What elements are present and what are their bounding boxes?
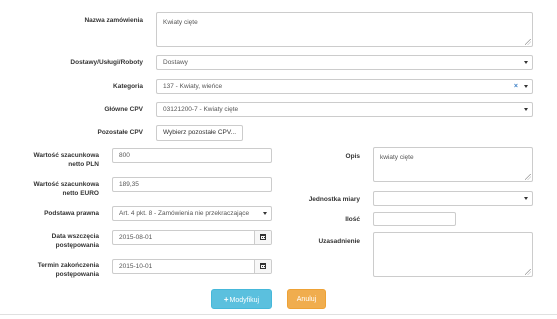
unit-select[interactable]	[373, 191, 533, 206]
other-cpv-label: Pozostałe CPV	[97, 129, 143, 136]
supply-type-label: Dostawy/Usługi/Roboty	[70, 59, 143, 66]
divider	[0, 314, 557, 315]
cancel-button[interactable]: Anuluj	[287, 289, 326, 309]
modify-button-label: Modyfikuj	[229, 297, 260, 304]
value-pln-label-line1: Wartość szacunkowa	[33, 152, 99, 159]
main-cpv-select[interactable]: 03121200-7 - Kwiaty cięte	[156, 102, 533, 117]
resize-grip-icon[interactable]	[525, 174, 531, 180]
chevron-down-icon	[524, 196, 528, 200]
value-euro-value: 189,35	[119, 181, 139, 188]
category-label: Kategoria	[113, 83, 143, 90]
start-date-label: Data wszczęcia postępowania	[4, 233, 99, 250]
start-date-value: 2015-08-01	[119, 234, 153, 241]
modify-button[interactable]: +Modyfikuj	[211, 289, 272, 309]
resize-grip-icon[interactable]	[525, 39, 531, 45]
calendar-icon	[260, 234, 266, 240]
end-date-value: 2015-10-01	[119, 263, 153, 270]
clear-icon[interactable]: ×	[514, 80, 518, 93]
supply-type-value: Dostawy	[163, 59, 188, 66]
choose-other-cpv-button[interactable]: Wybierz pozostałe CPV...	[156, 125, 243, 141]
end-date-label: Termin zakończenia postępowania	[4, 262, 99, 279]
chevron-down-icon	[524, 60, 528, 64]
value-euro-label-line2: netto EURO	[62, 189, 99, 197]
start-date-label-line2: postępowania	[55, 241, 99, 249]
legal-basis-select[interactable]: Art. 4 pkt. 8 - Zamówienia nie przekracz…	[112, 206, 272, 221]
supply-type-select[interactable]: Dostawy	[156, 55, 533, 70]
legal-basis-value: Art. 4 pkt. 8 - Zamówienia nie przekracz…	[119, 210, 250, 217]
legal-basis-label: Podstawa prawna	[44, 210, 99, 217]
value-pln-value: 800	[119, 152, 130, 159]
order-name-textarea[interactable]: Kwiaty cięte	[156, 12, 533, 47]
main-cpv-value: 03121200-7 - Kwiaty cięte	[163, 106, 239, 113]
justification-textarea[interactable]	[373, 232, 533, 277]
value-pln-label: Wartość szacunkowa netto PLN	[4, 152, 99, 169]
category-value: 137 - Kwiaty, wieńce	[163, 83, 223, 90]
value-pln-label-line2: netto PLN	[68, 160, 99, 168]
order-name-label: Nazwa zamówienia	[84, 17, 143, 24]
chevron-down-icon	[263, 211, 267, 215]
order-name-value: Kwiaty cięte	[163, 19, 198, 26]
unit-label: Jednostka miary	[308, 196, 360, 203]
start-date-input[interactable]: 2015-08-01	[112, 230, 272, 245]
value-pln-input[interactable]: 800	[112, 148, 272, 163]
description-label: Opis	[345, 153, 360, 160]
end-date-input[interactable]: 2015-10-01	[112, 259, 272, 274]
chevron-down-icon	[524, 107, 528, 111]
quantity-input[interactable]	[373, 212, 456, 226]
justification-label: Uzasadnienie	[318, 238, 360, 245]
start-date-label-line1: Data wszczęcia	[51, 233, 99, 240]
value-euro-label-line1: Wartość szacunkowa	[33, 181, 99, 188]
calendar-button[interactable]	[254, 231, 271, 244]
resize-grip-icon[interactable]	[525, 269, 531, 275]
plus-icon: +	[223, 295, 229, 304]
description-value: kwiaty cięte	[380, 154, 414, 161]
value-euro-input[interactable]: 189,35	[112, 177, 272, 192]
description-textarea[interactable]: kwiaty cięte	[373, 147, 533, 182]
end-date-label-line1: Termin zakończenia	[37, 262, 99, 269]
end-date-label-line2: postępowania	[55, 270, 99, 278]
category-select[interactable]: 137 - Kwiaty, wieńce ×	[156, 79, 533, 94]
calendar-button[interactable]	[254, 260, 271, 273]
main-cpv-label: Główne CPV	[104, 106, 143, 113]
quantity-label: Ilość	[345, 216, 360, 223]
chevron-down-icon	[524, 84, 528, 88]
value-euro-label: Wartość szacunkowa netto EURO	[4, 181, 99, 198]
calendar-icon	[260, 263, 266, 269]
